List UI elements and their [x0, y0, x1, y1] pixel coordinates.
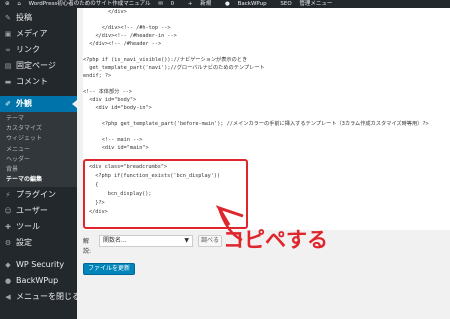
- sidebar-item-label: メディア: [16, 29, 48, 38]
- plugin-icon: ⚡: [5, 191, 11, 200]
- sidebar-item-label: 外観: [16, 99, 32, 108]
- shield-icon: ◆: [5, 261, 11, 270]
- sidebar-item-pages[interactable]: ▤ 固定ページ: [0, 58, 77, 74]
- plus-icon: +: [187, 1, 193, 7]
- code-line: endif; ?>: [83, 73, 112, 79]
- sidebar-item-posts[interactable]: ✎ 投稿: [0, 10, 77, 26]
- admin-sidebar: ✎ 投稿 ▣ メディア ∞ リンク ▤ 固定ページ ▬ コメント ✐ 外観 テーマ カスタマ…: [0, 8, 77, 319]
- admin-bar: ⊛ ⌂ WordPress初心者のためのサイト作成マニュアル ✉ 0 + 新規 …: [0, 0, 450, 8]
- sidebar-item-comments[interactable]: ▬ コメント: [0, 74, 77, 90]
- code-line: <div id="body-in">: [83, 105, 152, 111]
- sidebar-item-wp-security[interactable]: ◆ WP Security: [0, 257, 77, 273]
- settings-icon: ⚙: [4, 239, 12, 248]
- wordpress-logo-icon[interactable]: ⊛: [0, 0, 10, 8]
- code-line: <!-- 本体部分 -->: [83, 89, 132, 95]
- sidebar-item-label: コメント: [16, 77, 48, 86]
- code-line: <div id="main">: [83, 145, 149, 151]
- sidebar-item-label: BackWPup: [16, 276, 59, 286]
- submenu-item-header[interactable]: ヘッダー: [0, 155, 77, 165]
- paintbrush-icon: ✐: [5, 100, 11, 108]
- theme-editor-content: </div> </div><!-- /#h-top --> </div><!--…: [77, 8, 450, 319]
- sidebar-item-label: ユーザー: [16, 206, 48, 216]
- comments-count: 0: [170, 1, 175, 7]
- new-label: 新規: [200, 1, 212, 7]
- pin-icon: ✎: [5, 14, 11, 22]
- sidebar-item-settings[interactable]: ⚙ 設定: [0, 235, 77, 251]
- sidebar-item-label: 投稿: [16, 13, 32, 22]
- sidebar-item-backwpup[interactable]: ● BackWPup: [0, 273, 77, 289]
- tools-icon: ✚: [5, 223, 11, 232]
- code-line: <div id="body">: [83, 97, 137, 103]
- chevron-down-icon: ▼: [184, 237, 189, 244]
- code-line: </div><!-- /#header-in -->: [83, 33, 177, 39]
- sidebar-collapse-menu[interactable]: ◀ メニューを閉じる: [0, 289, 77, 305]
- seo-link[interactable]: SEO: [280, 0, 291, 8]
- sidebar-item-appearance[interactable]: ✐ 外観: [0, 96, 77, 112]
- new-content-link[interactable]: + 新規: [188, 0, 217, 8]
- function-name-select[interactable]: 関数名... ▼: [99, 235, 193, 247]
- sidebar-item-media[interactable]: ▣ メディア: [0, 26, 77, 42]
- submenu-item-background[interactable]: 背景: [0, 165, 77, 175]
- comment-icon: ▬: [4, 78, 12, 86]
- collapse-icon: ◀: [5, 293, 11, 302]
- manage-menu-link[interactable]: 管理メニュー: [299, 0, 332, 8]
- lookup-button[interactable]: 調べる: [198, 235, 222, 247]
- code-line: get_template_part('navi');//グローバルナビのためのテ…: [83, 65, 265, 71]
- home-icon[interactable]: ⌂: [17, 0, 21, 8]
- sidebar-item-plugins[interactable]: ⚡ プラグイン: [0, 187, 77, 203]
- code-line: </div>: [83, 9, 127, 15]
- submenu-item-themes[interactable]: テーマ: [0, 114, 77, 124]
- sidebar-item-label: メニューを閉じる: [16, 292, 77, 302]
- media-icon: ▣: [4, 30, 12, 38]
- sidebar-item-label: リンク: [16, 45, 40, 54]
- site-title-link[interactable]: WordPress初心者のためのサイト作成マニュアル: [29, 0, 151, 8]
- code-line: </div><!-- /#h-top -->: [83, 25, 171, 31]
- callout-text: コピペする: [223, 228, 328, 252]
- sidebar-item-users[interactable]: ☺ ユーザー: [0, 203, 77, 219]
- sidebar-item-label: 固定ページ: [16, 61, 56, 70]
- sidebar-item-label: WP Security: [16, 260, 65, 270]
- submenu-item-theme-editor[interactable]: テーマの編集: [0, 175, 77, 185]
- backwpup-adminbar-link[interactable]: ● BackWPup: [225, 0, 273, 8]
- submenu-item-customize[interactable]: カスタマイズ: [0, 124, 77, 134]
- code-line: <?php if (is_navi_visible())://ナビゲーションが表…: [83, 57, 248, 63]
- backwpup-small-icon: ●: [225, 1, 230, 7]
- sidebar-item-tools[interactable]: ✚ ツール: [0, 219, 77, 235]
- highlight-box: [83, 159, 248, 229]
- comment-bubble-icon: ✉: [158, 1, 163, 7]
- submenu-item-menus[interactable]: メニュー: [0, 145, 77, 155]
- code-line: </div><!-- /#header -->: [83, 41, 162, 47]
- link-icon: ∞: [5, 46, 11, 54]
- code-line: <!-- main -->: [83, 137, 143, 143]
- page-icon: ▤: [4, 62, 12, 70]
- function-name-select-value: 関数名...: [103, 237, 127, 244]
- code-editor-textarea[interactable]: </div> </div><!-- /#h-top --> </div><!--…: [83, 8, 450, 230]
- code-line: <?php get_template_part('before-main'); …: [83, 121, 429, 127]
- sidebar-item-label: 設定: [16, 238, 32, 248]
- comments-link[interactable]: ✉ 0: [158, 0, 180, 8]
- backwpup-icon: ●: [4, 277, 12, 286]
- docs-label: 解説:: [83, 238, 92, 255]
- sidebar-item-links[interactable]: ∞ リンク: [0, 42, 77, 58]
- submenu-item-widgets[interactable]: ウィジェット: [0, 134, 77, 144]
- update-file-button[interactable]: ファイルを更新: [83, 263, 135, 275]
- user-icon: ☺: [4, 207, 12, 216]
- backwpup-adminbar-label: BackWPup: [237, 1, 267, 7]
- sidebar-item-label: ツール: [16, 222, 40, 232]
- sidebar-item-label: プラグイン: [16, 190, 56, 200]
- appearance-submenu: テーマ カスタマイズ ウィジェット メニュー ヘッダー 背景 テーマの編集: [0, 112, 77, 188]
